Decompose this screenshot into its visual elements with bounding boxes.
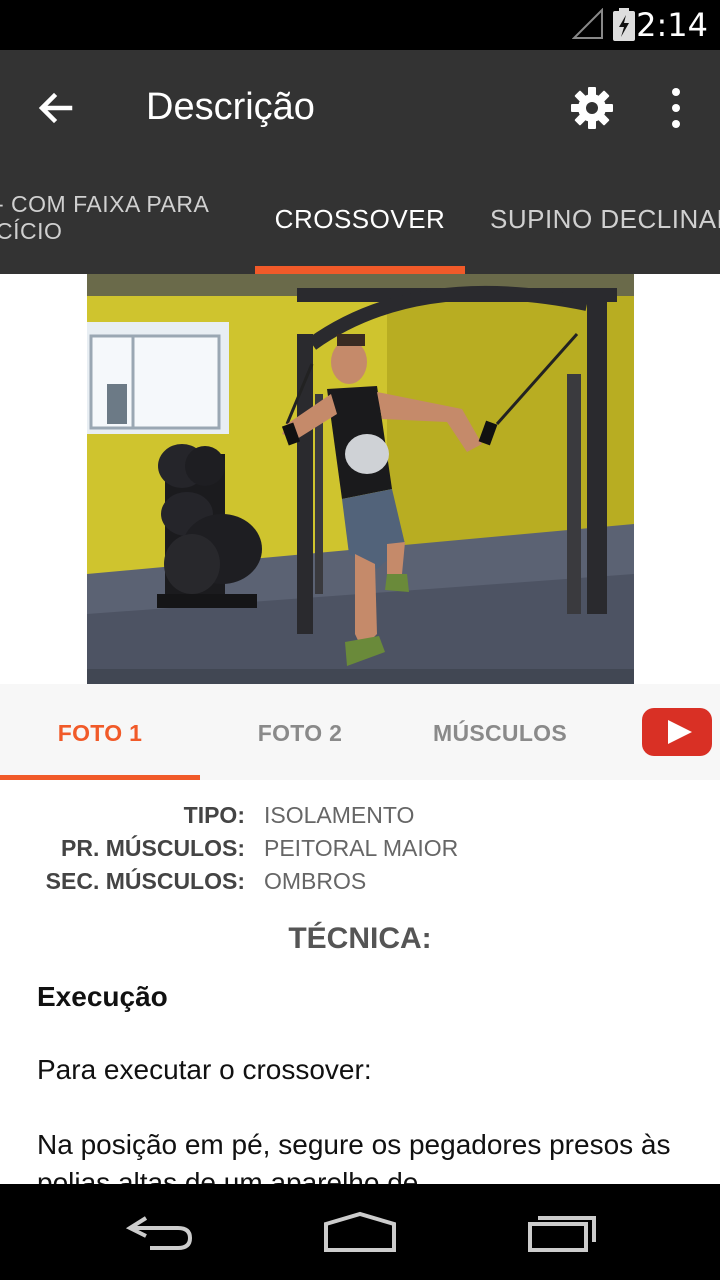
content-area: FOTO 1 FOTO 2 MÚSCULOS TIPO: ISOLAMENTO … xyxy=(0,274,720,1184)
signal-icon xyxy=(572,8,603,39)
page-title: Descrição xyxy=(146,86,315,128)
youtube-icon[interactable] xyxy=(642,708,712,756)
detail-row-primary-muscles: PR. MÚSCULOS: PEITORAL MAIOR xyxy=(0,835,720,868)
tab-next-exercise[interactable]: SUPINO DECLINADO xyxy=(490,204,720,235)
exercise-photo[interactable] xyxy=(87,274,634,684)
execution-title: Execução xyxy=(37,981,168,1012)
back-arrow-icon[interactable] xyxy=(34,86,78,130)
tab-foto-2-label: FOTO 2 xyxy=(257,720,343,746)
tab-musculos-label: MÚSCULOS xyxy=(432,720,567,746)
tab-foto-2[interactable]: FOTO 2 xyxy=(200,684,400,780)
settings-icon[interactable] xyxy=(568,84,616,132)
status-time: 2:14 xyxy=(636,6,708,44)
overflow-menu-icon[interactable] xyxy=(664,86,688,130)
tab-foto-1[interactable]: FOTO 1 xyxy=(0,684,200,780)
nav-recents-icon[interactable] xyxy=(520,1208,600,1256)
status-bar: 2:14 xyxy=(0,0,720,50)
tab-musculos[interactable]: MÚSCULOS xyxy=(400,684,600,780)
app-bar: Descrição xyxy=(0,50,720,164)
technique-paragraph-1: Para executar o crossover: xyxy=(37,1054,372,1085)
technique-paragraph-2: Na posição em pé, segure os pegadores pr… xyxy=(37,1129,671,1184)
detail-row-tipo: TIPO: ISOLAMENTO xyxy=(0,802,720,835)
detail-label: SEC. MÚSCULOS: xyxy=(45,868,245,894)
detail-row-secondary-muscles: SEC. MÚSCULOS: OMBROS xyxy=(0,868,720,901)
tab-previous-exercise[interactable]: - COM FAIXA PARA CÍCIO xyxy=(0,191,209,245)
photo-tabs: FOTO 1 FOTO 2 MÚSCULOS xyxy=(0,684,720,780)
detail-label: TIPO: xyxy=(183,802,245,828)
tab-indicator xyxy=(255,266,465,274)
tab-foto-1-label: FOTO 1 xyxy=(57,720,143,746)
detail-label: PR. MÚSCULOS: xyxy=(61,835,245,861)
technique-heading: TÉCNICA: xyxy=(288,922,432,955)
exercise-tab-strip: - COM FAIXA PARA CÍCIO CROSSOVER SUPINO … xyxy=(0,164,720,274)
tab-current-label: CROSSOVER xyxy=(274,204,446,234)
detail-value: ISOLAMENTO xyxy=(264,802,415,828)
battery-icon xyxy=(613,8,635,41)
nav-home-icon[interactable] xyxy=(320,1208,400,1256)
tab-current-exercise[interactable]: CROSSOVER xyxy=(255,164,465,274)
detail-value: PEITORAL MAIOR xyxy=(264,835,459,861)
system-nav-bar xyxy=(0,1184,720,1280)
detail-value: OMBROS xyxy=(264,868,367,894)
photo-tab-indicator xyxy=(0,775,200,780)
nav-back-icon[interactable] xyxy=(120,1208,200,1256)
